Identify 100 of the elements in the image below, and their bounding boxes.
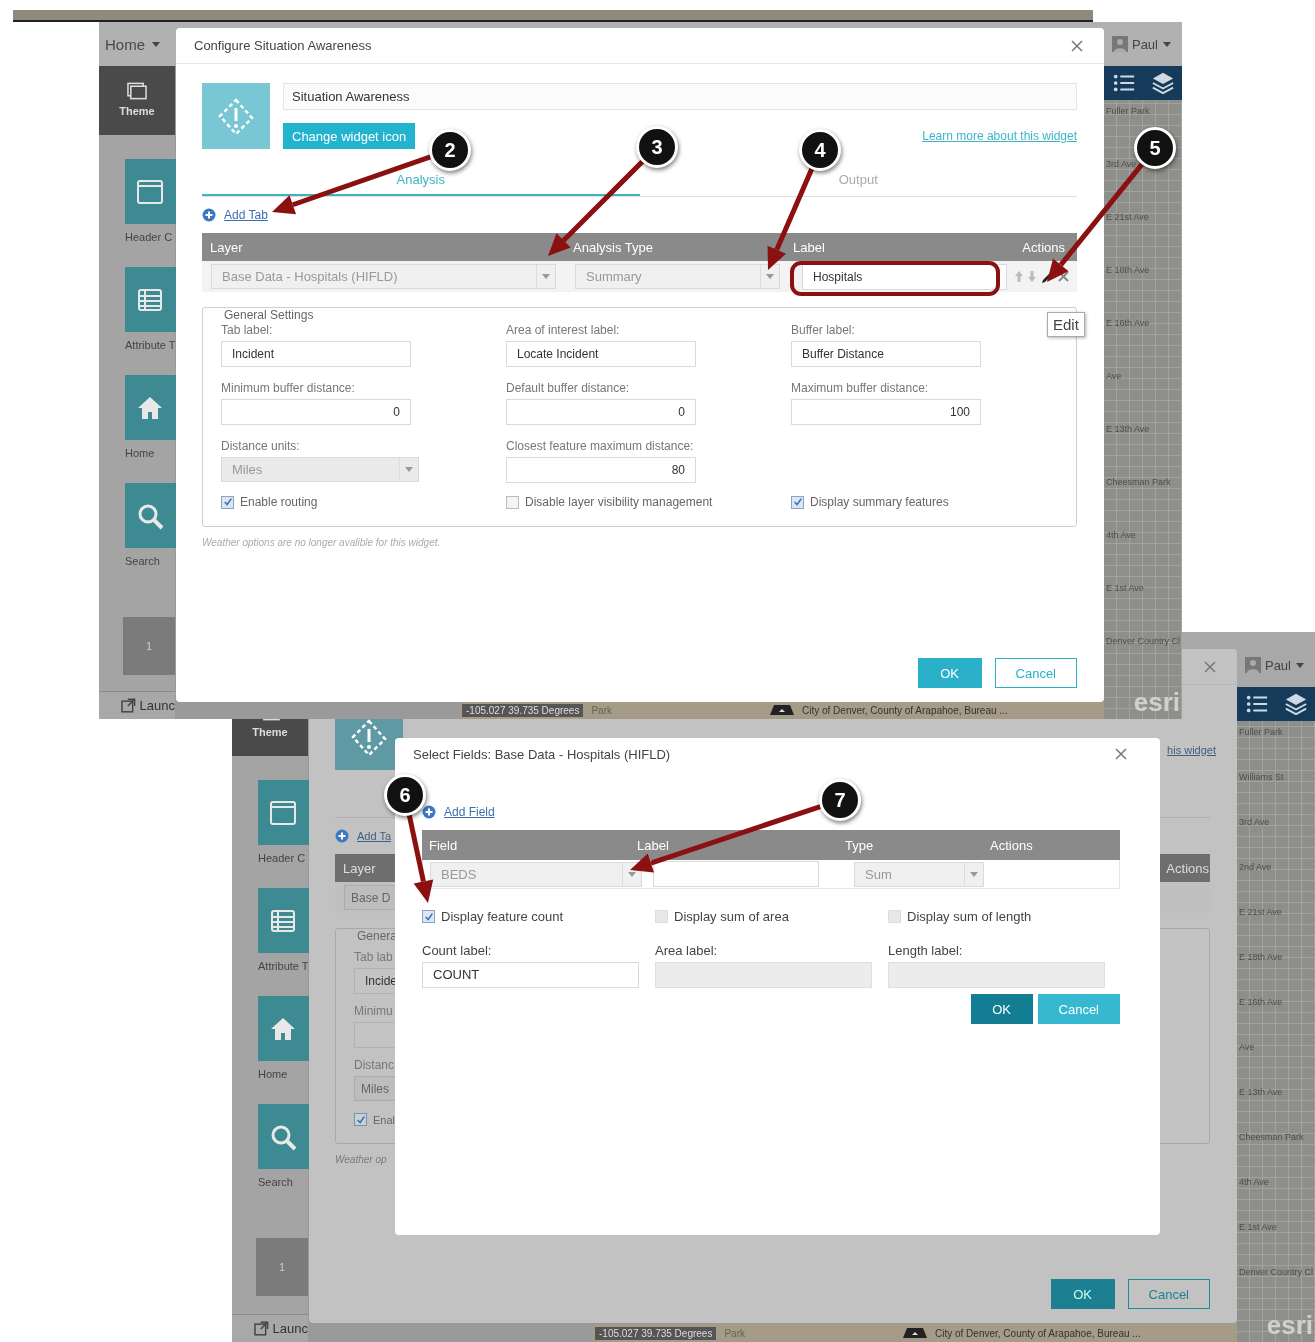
map-label: E 1st Ave <box>1106 583 1144 593</box>
field-label: Area of interest label: <box>506 323 620 337</box>
avatar-icon <box>1244 657 1261 673</box>
change-icon-button[interactable]: Change widget icon <box>283 123 416 149</box>
dialog-title: Configure Situation Awareness <box>194 38 372 53</box>
warning-icon <box>349 717 389 757</box>
note-text: Weather options are no longer avalible for this widget. <box>202 537 442 548</box>
note-text: Weather op <box>335 1154 388 1165</box>
text-field[interactable]: 100 <box>791 399 981 425</box>
coordinates-label: -105.027 39.735 Degrees <box>462 703 584 717</box>
map-label: 4th Ave <box>1106 530 1136 540</box>
checkbox[interactable] <box>422 910 435 923</box>
map-label: E 21st Ave <box>1239 907 1282 917</box>
map-label: E 21st Ave <box>1106 212 1149 222</box>
dropdown[interactable]: Miles <box>221 457 419 482</box>
map-label: Cheesman Park <box>1239 1132 1304 1142</box>
warning-icon <box>216 96 256 136</box>
page-number[interactable]: 1 <box>123 617 175 675</box>
add-field-link[interactable]: Add Field <box>444 805 495 819</box>
checkbox[interactable] <box>791 495 804 509</box>
map-label: Denver Country Cl <box>1239 1267 1314 1277</box>
dropdown[interactable]: Summary <box>575 264 780 289</box>
plus-icon <box>202 208 216 222</box>
text-field[interactable]: Hospitals <box>802 263 1007 290</box>
close-icon[interactable] <box>1070 38 1084 53</box>
windows-icon <box>127 82 147 100</box>
map-label: E 16th Ave <box>1239 997 1283 1007</box>
checkbox-label: Disable layer visibility management <box>525 495 713 509</box>
field-label: Default buffer distance: <box>506 381 630 395</box>
field-label: Count label: <box>422 943 492 958</box>
cancel-button[interactable]: Cancel <box>994 658 1077 688</box>
attribution-text: City of Denver, County of Arapahoe, Bureau ... <box>935 1327 1141 1339</box>
ok-button[interactable]: OK <box>917 658 982 688</box>
close-icon[interactable] <box>1203 659 1217 674</box>
coordinates-label: -105.027 39.735 Degrees <box>595 1326 717 1340</box>
map-label: Park <box>591 704 612 716</box>
field-label: Tab lab <box>354 950 393 964</box>
external-link-icon <box>254 1321 269 1336</box>
delete-icon[interactable] <box>1057 270 1070 283</box>
checkbox[interactable] <box>506 495 519 509</box>
checkbox[interactable] <box>354 1113 367 1126</box>
check-icon <box>792 497 803 507</box>
user-menu[interactable]: Paul <box>1244 657 1305 673</box>
link[interactable]: Learn more about this widget <box>922 129 1077 143</box>
check-icon <box>222 497 233 507</box>
sidebar-item[interactable]: Theme <box>99 66 175 135</box>
map-label: E 18th Ave <box>1106 265 1150 275</box>
page-number[interactable]: 1 <box>256 1238 308 1296</box>
layers-icon[interactable] <box>1150 71 1175 95</box>
text-field[interactable] <box>653 861 819 887</box>
check-icon <box>355 1114 366 1125</box>
cancel-button[interactable]: Cancel <box>1037 994 1120 1024</box>
user-menu[interactable]: Paul <box>1111 36 1172 52</box>
checkbox-label: Display sum of area <box>674 909 789 924</box>
text-field[interactable]: Incident <box>221 341 411 367</box>
text-field[interactable]: Situation Awareness <box>283 83 1077 110</box>
ok-button[interactable]: OK <box>1050 1279 1115 1309</box>
toggle-tab-icon[interactable] <box>903 1328 927 1338</box>
checkbox[interactable] <box>221 495 234 509</box>
toggle-tab-icon[interactable] <box>770 705 794 715</box>
map-label: Denver Country Cl <box>1106 636 1181 646</box>
field-label: Area label: <box>655 943 718 958</box>
map-label: Ave <box>1106 371 1122 381</box>
launch-link[interactable]: Launc <box>99 691 175 719</box>
text-field[interactable]: 80 <box>506 457 696 483</box>
plus-icon <box>422 805 436 819</box>
text-field[interactable]: 0 <box>506 399 696 425</box>
dropdown[interactable]: BEDS <box>430 861 642 887</box>
caret-icon <box>765 272 775 281</box>
text-field[interactable]: 0 <box>221 399 411 425</box>
caret-icon <box>404 465 414 474</box>
map-label: E 13th Ave <box>1106 424 1150 434</box>
map-label: Park <box>724 1327 745 1339</box>
logo: esri <box>1133 689 1180 715</box>
launch-link[interactable]: Launc <box>232 1314 308 1342</box>
map-label: E 16th Ave <box>1106 318 1150 328</box>
text-field[interactable]: Locate Incident <box>506 341 696 367</box>
link[interactable]: his widget <box>1167 744 1216 756</box>
logo: esri <box>1266 1312 1313 1338</box>
layers-icon[interactable] <box>1283 692 1308 716</box>
field-label: Length label: <box>888 943 963 958</box>
caret-icon <box>969 869 979 879</box>
attribution-text: City of Denver, County of Arapahoe, Bureau ... <box>802 704 1008 716</box>
checkbox-label: Enal <box>373 1113 396 1126</box>
external-link-icon <box>121 698 136 713</box>
ok-button[interactable]: OK <box>970 994 1033 1024</box>
add-tab-link[interactable]: Add Ta <box>357 830 392 842</box>
dropdown[interactable]: Sum <box>854 861 984 887</box>
caret-icon <box>1162 39 1172 49</box>
cancel-button[interactable]: Cancel <box>1127 1279 1210 1309</box>
close-icon[interactable] <box>1114 747 1128 761</box>
map-label: Fuller Park <box>1106 106 1150 116</box>
field-label: Distance units: <box>221 439 300 453</box>
checkbox-label: Enable routing <box>240 495 318 509</box>
home-menu[interactable]: Home <box>105 35 161 53</box>
add-tab-link[interactable]: Add Tab <box>224 208 268 222</box>
text-field[interactable]: COUNT <box>422 962 639 988</box>
field-label: Minimum buffer distance: <box>221 381 355 395</box>
text-field[interactable]: Buffer Distance <box>791 341 981 367</box>
dropdown[interactable]: Base Data - Hospitals (HIFLD) <box>211 264 556 289</box>
